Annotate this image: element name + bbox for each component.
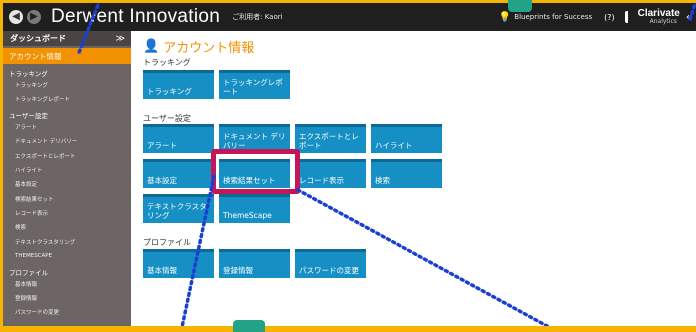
- tile-alert-label: アラート: [147, 141, 177, 150]
- sidebar-item-basic-settings[interactable]: 基本設定: [3, 177, 131, 191]
- tile-export-report-label: エクスポートとレポート: [299, 132, 359, 150]
- sidebar-item-highlight[interactable]: ハイライト: [3, 163, 131, 177]
- sidebar-section-profile: プロファイル 基本情報 登録情報 パスワードの変更: [3, 267, 131, 319]
- callout-connector-top: [508, 0, 532, 12]
- tile-search-label: 検索: [375, 176, 390, 185]
- sidebar-section-user-settings: ユーザー設定 アラート ドキュメント デリバリー エクスポートとレポート ハイラ…: [3, 110, 131, 263]
- sidebar-item-search[interactable]: 検索: [3, 220, 131, 234]
- tile-highlight-label: ハイライト: [375, 141, 413, 150]
- tile-document-delivery-label: ドキュメント デリバリー: [223, 132, 286, 150]
- lightbulb-icon: 💡: [498, 11, 512, 23]
- sidebar-item-basic-info[interactable]: 基本情報: [3, 277, 131, 291]
- sidebar-section-tracking: トラッキング トラッキング トラッキングレポート: [3, 68, 131, 106]
- sidebar-item-themescape[interactable]: THEMESCAPE: [3, 249, 131, 263]
- tile-basic-settings[interactable]: 基本設定: [143, 159, 214, 188]
- highlight-box: [211, 149, 300, 194]
- tile-password-change[interactable]: パスワードの変更: [295, 249, 366, 278]
- page-header: 👤 アカウント情報: [143, 37, 254, 56]
- sidebar-item-registration-info[interactable]: 登録情報: [3, 291, 131, 305]
- section-label-tracking: トラッキング: [143, 58, 191, 67]
- sidebar-item-account[interactable]: アカウント情報: [3, 48, 131, 64]
- blueprints-link[interactable]: Blueprints for Success: [514, 13, 592, 21]
- tile-text-clustering[interactable]: テキストクラスタリング: [143, 194, 214, 223]
- sidebar-item-text-clustering[interactable]: テキストクラスタリング: [3, 234, 131, 248]
- user-label: ご利用者: Kaori: [232, 13, 283, 21]
- help-icon[interactable]: (?): [604, 13, 615, 22]
- sidebar-item-password-change[interactable]: パスワードの変更: [3, 305, 131, 319]
- app-title[interactable]: Derwent Innovation: [51, 6, 220, 28]
- tile-registration-info[interactable]: 登録情報: [219, 249, 290, 278]
- tile-record-display-label: レコード表示: [299, 176, 344, 185]
- section-label-profile: プロファイル: [143, 238, 191, 247]
- tile-tracking-report-label: トラッキングレポート: [223, 78, 283, 96]
- tile-alert[interactable]: アラート: [143, 124, 214, 153]
- tile-registration-info-label: 登録情報: [223, 266, 253, 275]
- callout-frame-left: [0, 0, 3, 332]
- tile-basic-settings-label: 基本設定: [147, 176, 177, 185]
- forward-icon[interactable]: ▶: [27, 10, 41, 24]
- callout-frame-bottom: [0, 326, 696, 332]
- tile-highlight[interactable]: ハイライト: [371, 124, 442, 153]
- clarivate-logo-icon: [624, 11, 635, 23]
- callout-frame-top: [0, 0, 696, 3]
- sidebar-item-tracking-report[interactable]: トラッキングレポート: [3, 92, 131, 106]
- clarivate-logo: Clarivate Analytics: [638, 9, 680, 25]
- sidebar-item-alert[interactable]: アラート: [3, 120, 131, 134]
- clarivate-sub: Analytics: [649, 18, 677, 25]
- tile-record-display[interactable]: レコード表示: [295, 159, 366, 188]
- sidebar-category-user-settings[interactable]: ユーザー設定: [3, 110, 131, 120]
- section-label-user-settings: ユーザー設定: [143, 114, 191, 123]
- page-title: アカウント情報: [163, 41, 255, 56]
- sidebar-item-document-delivery[interactable]: ドキュメント デリバリー: [3, 134, 131, 148]
- tile-password-change-label: パスワードの変更: [299, 266, 359, 275]
- app-header: ◀ ▶ Derwent Innovation ご利用者: Kaori 💡 Blu…: [3, 3, 696, 31]
- tile-text-clustering-label: テキストクラスタリング: [147, 202, 207, 220]
- tile-basic-info-label: 基本情報: [147, 266, 177, 275]
- sidebar-dashboard[interactable]: ダッシュボード ≫: [3, 31, 131, 46]
- sidebar-item-record-display[interactable]: レコード表示: [3, 206, 131, 220]
- tile-basic-info[interactable]: 基本情報: [143, 249, 214, 278]
- sidebar-item-tracking[interactable]: トラッキング: [3, 78, 131, 92]
- account-list-icon: 👤: [143, 39, 160, 54]
- sidebar-item-export-report[interactable]: エクスポートとレポート: [3, 149, 131, 163]
- sidebar: ダッシュボード ≫ アカウント情報 トラッキング トラッキング トラッキングレポ…: [3, 31, 131, 326]
- collapse-icon[interactable]: «: [686, 12, 692, 23]
- tile-tracking-report[interactable]: トラッキングレポート: [219, 70, 290, 99]
- back-icon[interactable]: ◀: [9, 10, 23, 24]
- tile-export-report[interactable]: エクスポートとレポート: [295, 124, 366, 153]
- tile-themescape[interactable]: ThemeScape: [219, 194, 290, 223]
- tile-search[interactable]: 検索: [371, 159, 442, 188]
- chevron-collapse-icon[interactable]: ≫: [116, 34, 125, 44]
- tile-tracking-label: トラッキング: [147, 87, 192, 96]
- sidebar-dashboard-label: ダッシュボード: [10, 34, 66, 43]
- tile-tracking[interactable]: トラッキング: [143, 70, 214, 99]
- sidebar-category-profile[interactable]: プロファイル: [3, 267, 131, 277]
- sidebar-category-tracking[interactable]: トラッキング: [3, 68, 131, 78]
- sidebar-item-result-set[interactable]: 検索結果セット: [3, 191, 131, 205]
- callout-connector-bottom: [233, 320, 265, 332]
- tile-themescape-label: ThemeScape: [223, 211, 272, 220]
